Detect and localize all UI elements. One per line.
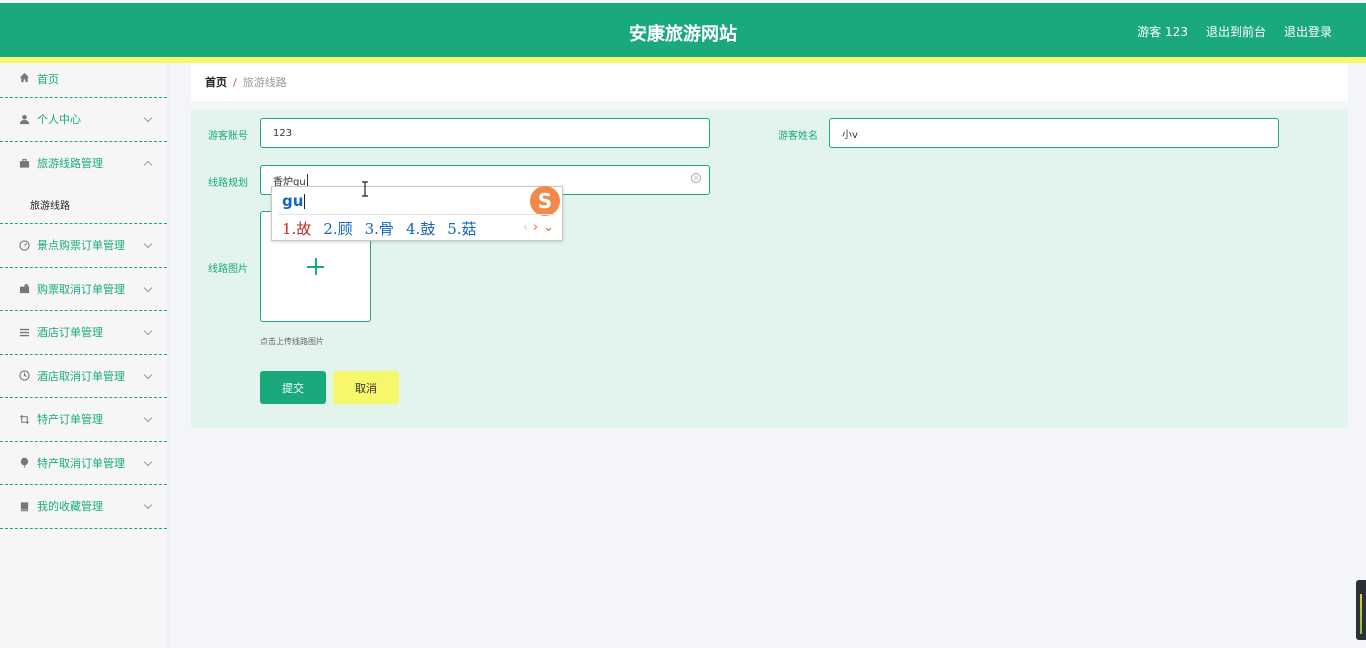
- ime-candidate[interactable]: 2.顾: [323, 218, 352, 239]
- chevron-down-icon: [143, 501, 153, 510]
- sidebar-item-home[interactable]: 首页: [0, 63, 167, 98]
- ime-candidate[interactable]: 4.鼓: [406, 218, 435, 239]
- sidebar-item-label: 酒店订单管理: [37, 326, 103, 340]
- ime-nav: ‹ › ⌄: [523, 220, 554, 235]
- ime-candidate-popup: gu S 1.故 2.顾 3.骨 4.鼓 5.菇 ‹ › ⌄: [271, 186, 563, 241]
- chevron-down-icon: [143, 114, 153, 123]
- current-user-label: 游客 123: [1137, 25, 1188, 39]
- chevron-down-icon: [143, 414, 153, 423]
- sidebar-item-label: 特产订单管理: [37, 413, 103, 427]
- ime-expand-icon[interactable]: ⌄: [543, 220, 554, 235]
- balloon-icon: [18, 457, 30, 469]
- submit-button[interactable]: 提交: [260, 371, 326, 404]
- ime-candidate[interactable]: 5.菇: [447, 218, 476, 239]
- top-links: 游客 123 退出到前台 退出登录: [1137, 23, 1332, 40]
- chevron-down-icon: [143, 327, 153, 336]
- sidebar-item-specialty-orders[interactable]: 特产订单管理: [0, 398, 167, 442]
- back-to-front-link[interactable]: 退出到前台: [1206, 23, 1266, 40]
- sidebar-item-specialty-cancel-orders[interactable]: 特产取消订单管理: [0, 442, 167, 485]
- text-caret: [306, 174, 308, 186]
- sidebar-item-label: 酒店取消订单管理: [37, 369, 125, 383]
- sidebar-item-label: 特产取消订单管理: [37, 456, 125, 470]
- account-value: 123: [273, 127, 293, 139]
- chevron-up-icon: [143, 161, 153, 170]
- upload-tip: 点击上传线路图片: [260, 337, 324, 346]
- name-label: 游客姓名: [778, 131, 818, 142]
- top-header-bar: 安康旅游网站 游客 123 退出到前台 退出登录: [0, 3, 1366, 57]
- ime-divider: [278, 214, 556, 215]
- text-cursor-icon: [362, 181, 368, 197]
- breadcrumb-separator: /: [233, 75, 237, 89]
- sidebar-subitem-label: 旅游线路: [30, 200, 70, 212]
- widget-level-bar: [1360, 594, 1362, 634]
- ime-caret: [304, 194, 306, 209]
- name-field[interactable]: 小v: [829, 118, 1279, 148]
- sidebar-subitem-routes[interactable]: 旅游线路: [0, 185, 167, 224]
- chevron-down-icon: [143, 240, 153, 249]
- cancel-button[interactable]: 取消: [333, 371, 399, 404]
- gauge-icon: [18, 239, 30, 251]
- sidebar-item-label: 旅游线路管理: [37, 157, 103, 171]
- list-icon: [18, 326, 30, 338]
- name-value: 小v: [842, 129, 858, 141]
- account-label: 游客账号: [208, 131, 248, 142]
- chevron-down-icon: [143, 457, 153, 466]
- clock-icon: [18, 370, 30, 382]
- sidebar-item-label: 个人中心: [37, 113, 81, 127]
- chevron-down-icon: [143, 370, 153, 379]
- home-icon: [18, 71, 30, 83]
- breadcrumb-current: 旅游线路: [242, 76, 287, 89]
- sidebar-item-ticket-cancel-orders[interactable]: 购票取消订单管理: [0, 268, 167, 311]
- ime-logo-icon: S: [530, 186, 560, 216]
- edge-widget[interactable]: [1356, 580, 1366, 640]
- ime-candidates: 1.故 2.顾 3.骨 4.鼓 5.菇: [282, 218, 477, 239]
- image-label: 线路图片: [208, 264, 248, 275]
- user-icon: [18, 113, 30, 125]
- sidebar-item-label: 首页: [37, 73, 59, 86]
- ime-candidate[interactable]: 1.故: [282, 218, 311, 239]
- sidebar-item-ticket-orders[interactable]: 景点购票订单管理: [0, 224, 167, 268]
- ticket-icon: [18, 283, 30, 295]
- sidebar-item-hotel-orders[interactable]: 酒店订单管理: [0, 311, 167, 355]
- breadcrumb: 首页 / 旅游线路: [191, 63, 1348, 101]
- ime-composition: gu: [282, 192, 306, 210]
- sidebar-item-route-management[interactable]: 旅游线路管理: [0, 142, 167, 186]
- sidebar-item-hotel-cancel-orders[interactable]: 酒店取消订单管理: [0, 355, 167, 398]
- route-label: 线路规划: [208, 178, 248, 189]
- bookmark-icon: [18, 500, 30, 512]
- sidebar-item-label: 景点购票订单管理: [37, 239, 125, 253]
- logout-link[interactable]: 退出登录: [1284, 23, 1332, 40]
- ime-candidate[interactable]: 3.骨: [365, 218, 394, 239]
- plus-icon-vertical: [315, 258, 317, 275]
- sidebar-item-personal-center[interactable]: 个人中心: [0, 98, 167, 142]
- crop-icon: [18, 413, 30, 425]
- route-form: 游客账号 123 游客姓名 小v 线路规划 香炉gu × 线路图片 点击上传线路…: [191, 110, 1348, 428]
- ime-composition-text: gu: [282, 192, 304, 210]
- sidebar-item-label: 我的收藏管理: [37, 500, 103, 514]
- sidebar: 首页 个人中心 旅游线路管理 旅游线路 景点购票订单管理 购票取消订单管理 酒店…: [0, 63, 170, 648]
- sidebar-item-label: 购票取消订单管理: [37, 282, 125, 296]
- ime-next-page-icon[interactable]: ›: [533, 220, 538, 235]
- chevron-down-icon: [143, 283, 153, 292]
- breadcrumb-home[interactable]: 首页: [205, 74, 227, 90]
- sidebar-item-favorites[interactable]: 我的收藏管理: [0, 485, 167, 529]
- ime-prev-page-icon[interactable]: ‹: [523, 220, 528, 235]
- briefcase-icon: [18, 157, 30, 169]
- account-field[interactable]: 123: [260, 118, 710, 148]
- clear-icon[interactable]: ×: [691, 173, 701, 183]
